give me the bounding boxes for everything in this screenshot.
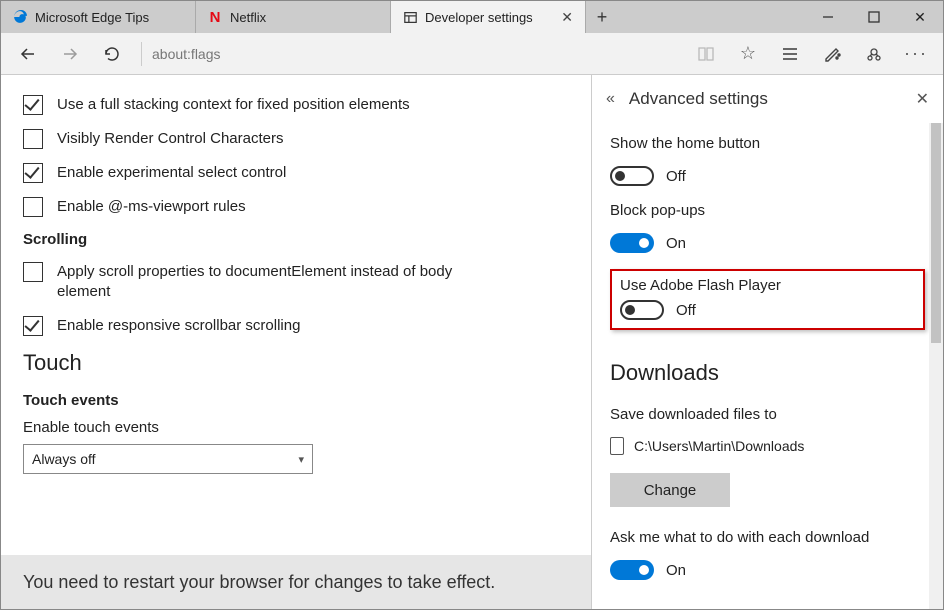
scrollbar[interactable] — [929, 123, 943, 609]
reload-button[interactable] — [93, 35, 131, 73]
tab-label: Developer settings — [425, 10, 533, 25]
hub-icon[interactable] — [771, 35, 809, 73]
advanced-settings-panel: « Advanced settings ✕ Show the home butt… — [591, 75, 943, 609]
favorite-icon[interactable]: ☆ — [729, 35, 767, 73]
more-icon[interactable]: ··· — [897, 35, 935, 73]
folder-icon — [610, 437, 624, 455]
save-to-label: Save downloaded files to — [610, 406, 925, 423]
checkbox[interactable] — [23, 95, 43, 115]
address-bar[interactable]: about:flags — [141, 42, 231, 66]
touch-heading: Touch — [23, 350, 569, 376]
flag-label: Enable @-ms-viewport rules — [57, 197, 246, 217]
checkbox[interactable] — [23, 129, 43, 149]
flags-page: Use a full stacking context for fixed po… — [1, 75, 591, 609]
toggle-state: On — [666, 562, 686, 579]
reading-view-icon[interactable] — [687, 35, 725, 73]
tab-developer-settings[interactable]: Developer settings ✕ — [391, 1, 586, 33]
popups-label: Block pop-ups — [610, 202, 925, 219]
flag-label: Enable experimental select control — [57, 163, 286, 183]
tab-label: Netflix — [230, 10, 266, 25]
toolbar: about:flags ☆ ··· — [1, 33, 943, 75]
home-button-label: Show the home button — [610, 135, 925, 152]
checkbox[interactable] — [23, 262, 43, 282]
toggle-state: Off — [676, 302, 696, 319]
toggle-state: On — [666, 235, 686, 252]
flag-label: Apply scroll properties to documentEleme… — [57, 262, 463, 302]
askme-label: Ask me what to do with each download — [610, 529, 925, 546]
popups-toggle[interactable] — [610, 233, 654, 253]
forward-button[interactable] — [51, 35, 89, 73]
touch-events-select[interactable]: Always off ▾ — [23, 444, 313, 474]
toggle-state: Off — [666, 168, 686, 185]
title-bar: Microsoft Edge Tips N Netflix Developer … — [1, 1, 943, 33]
download-path: C:\Users\Martin\Downloads — [634, 438, 804, 454]
touch-select-label: Enable touch events — [23, 419, 569, 436]
checkbox[interactable] — [23, 316, 43, 336]
tab-label: Microsoft Edge Tips — [35, 10, 149, 25]
checkbox[interactable] — [23, 197, 43, 217]
chevron-down-icon: ▾ — [298, 453, 304, 466]
flash-highlight-box: Use Adobe Flash Player Off — [610, 269, 925, 330]
minimize-button[interactable] — [805, 1, 851, 33]
netflix-icon: N — [208, 10, 222, 24]
maximize-button[interactable] — [851, 1, 897, 33]
change-button[interactable]: Change — [610, 473, 730, 507]
scrolling-heading: Scrolling — [23, 231, 569, 248]
panel-close-icon[interactable]: ✕ — [916, 89, 929, 109]
downloads-heading: Downloads — [610, 360, 925, 386]
flash-toggle[interactable] — [620, 300, 664, 320]
browser-window: Microsoft Edge Tips N Netflix Developer … — [0, 0, 944, 610]
new-tab-button[interactable]: + — [586, 1, 618, 33]
askme-toggle[interactable] — [610, 560, 654, 580]
touch-events-heading: Touch events — [23, 392, 569, 409]
share-icon[interactable] — [855, 35, 893, 73]
panel-icon — [403, 10, 417, 24]
tab-netflix[interactable]: N Netflix — [196, 1, 391, 33]
flag-label: Enable responsive scrollbar scrolling — [57, 316, 300, 336]
window-controls: ✕ — [805, 1, 943, 33]
flag-label: Use a full stacking context for fixed po… — [57, 95, 410, 115]
close-tab-icon[interactable]: ✕ — [561, 9, 573, 26]
flag-label: Visibly Render Control Characters — [57, 129, 284, 149]
home-button-toggle[interactable] — [610, 166, 654, 186]
close-window-button[interactable]: ✕ — [897, 1, 943, 33]
back-button[interactable] — [9, 35, 47, 73]
panel-title: Advanced settings — [629, 89, 768, 109]
tab-edge-tips[interactable]: Microsoft Edge Tips — [1, 1, 196, 33]
notes-icon[interactable] — [813, 35, 851, 73]
checkbox[interactable] — [23, 163, 43, 183]
restart-banner: You need to restart your browser for cha… — [1, 555, 591, 609]
panel-back-icon[interactable]: « — [606, 90, 615, 108]
edge-icon — [13, 10, 27, 24]
flash-label: Use Adobe Flash Player — [620, 277, 915, 294]
scrollbar-thumb[interactable] — [931, 123, 941, 343]
